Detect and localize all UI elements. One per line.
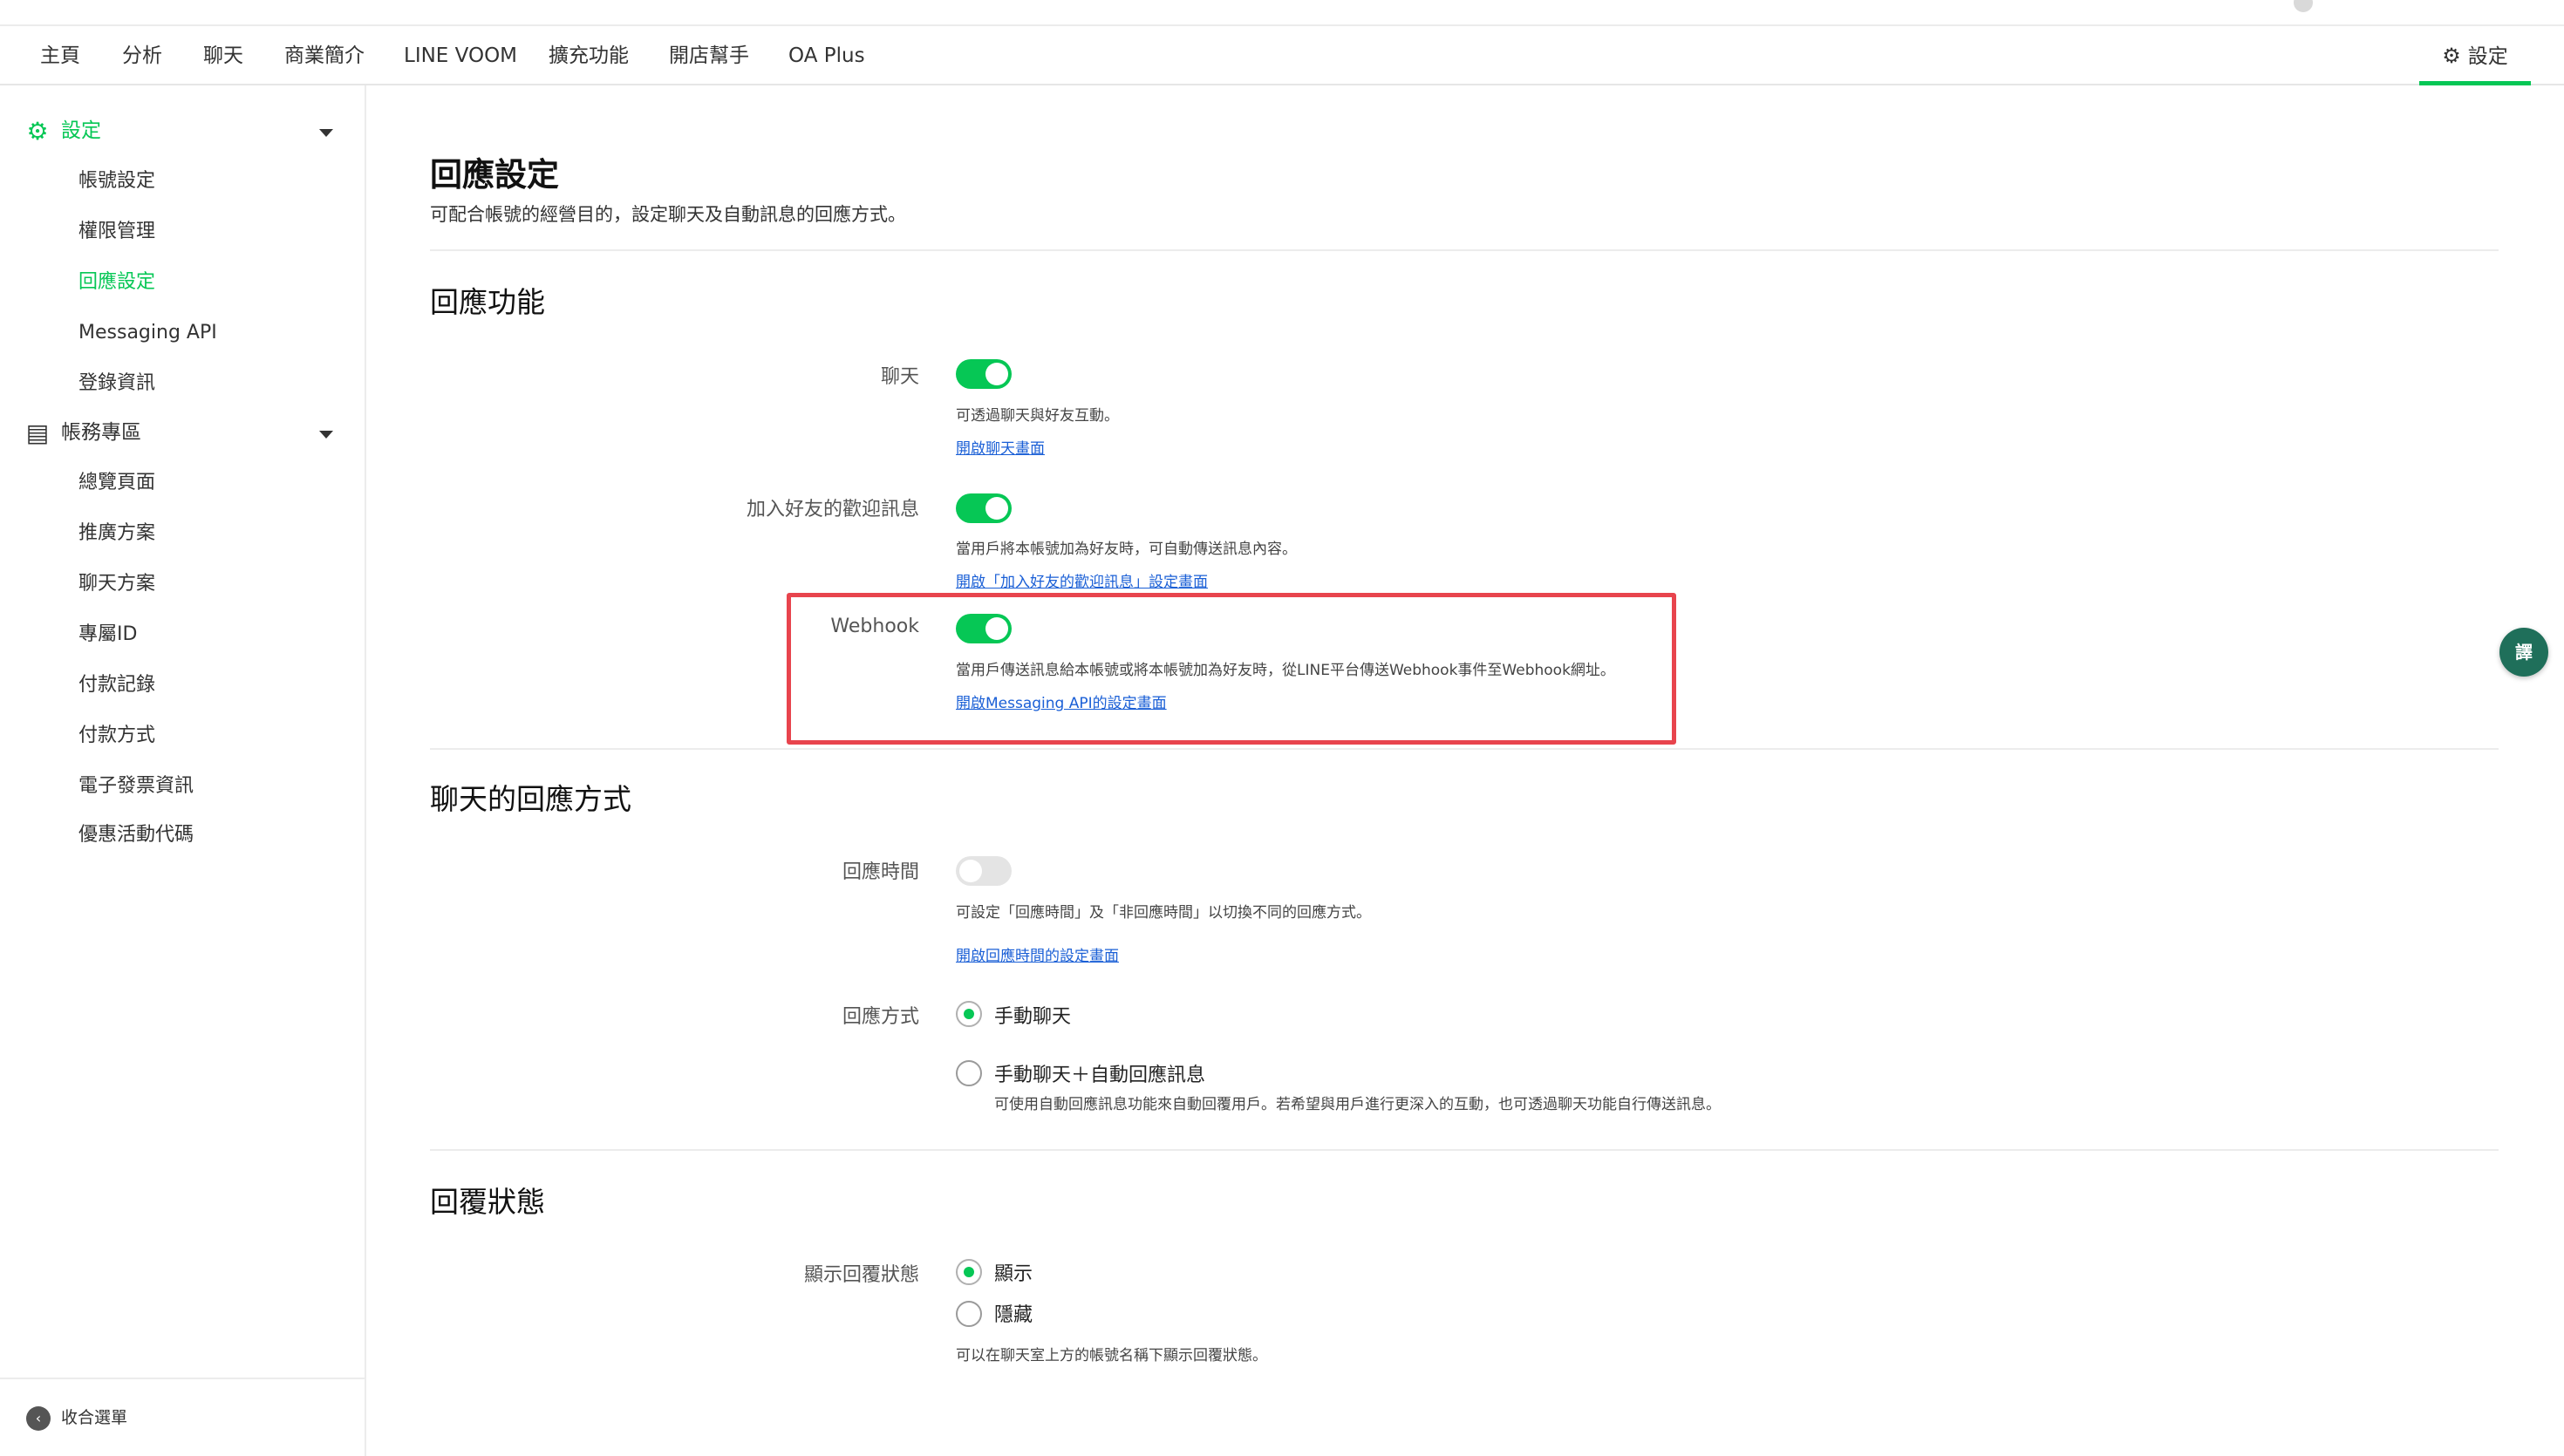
nav-settings-tab[interactable]: ⚙ 設定 bbox=[2419, 26, 2531, 85]
nav-extensions[interactable]: 擴充功能 bbox=[549, 26, 629, 85]
section-title-reply-status: 回覆狀態 bbox=[430, 1185, 545, 1219]
sidebar-item-payment-method[interactable]: 付款方式 bbox=[78, 718, 155, 753]
page-title: 回應設定 bbox=[430, 156, 559, 194]
reply-status-show-radio[interactable] bbox=[956, 1259, 982, 1285]
section-title-response-features: 回應功能 bbox=[430, 285, 545, 319]
sidebar-divider bbox=[0, 1378, 365, 1379]
sidebar-item-premium-id[interactable]: 專屬ID bbox=[78, 617, 137, 652]
response-time-label: 回應時間 bbox=[842, 861, 919, 883]
sidebar-item-coupon-code[interactable]: 優惠活動代碼 bbox=[78, 818, 194, 853]
open-chat-link[interactable]: 開啟聊天畫面 bbox=[956, 436, 1045, 458]
reply-status-show-label[interactable]: 顯示 bbox=[994, 1258, 1033, 1286]
chat-description: 可透過聊天與好友互動。 bbox=[956, 407, 1119, 425]
top-nav: 主頁 分析 聊天 商業簡介 LINE VOOM 擴充功能 開店幫手 OA Plu… bbox=[0, 26, 2564, 85]
nav-home[interactable]: 主頁 bbox=[40, 26, 80, 85]
chevron-down-icon[interactable] bbox=[319, 129, 333, 137]
webhook-toggle[interactable] bbox=[956, 614, 1012, 643]
nav-shop-helper[interactable]: 開店幫手 bbox=[669, 26, 749, 85]
top-header-strip bbox=[0, 0, 2564, 26]
nav-business-profile[interactable]: 商業簡介 bbox=[284, 26, 365, 85]
webhook-label: Webhook bbox=[830, 616, 919, 637]
sidebar-item-chat-plan[interactable]: 聊天方案 bbox=[78, 567, 155, 602]
nav-chat[interactable]: 聊天 bbox=[203, 26, 243, 85]
nav-line-voom[interactable]: LINE VOOM bbox=[404, 26, 517, 85]
divider bbox=[430, 748, 2499, 750]
avatar[interactable] bbox=[2294, 0, 2313, 12]
reply-status-hide-label[interactable]: 隱藏 bbox=[994, 1299, 1033, 1327]
nav-oa-plus[interactable]: OA Plus bbox=[788, 26, 865, 85]
sidebar-item-overview[interactable]: 總覽頁面 bbox=[78, 466, 155, 500]
document-icon: ▤ bbox=[25, 418, 50, 447]
response-mode-manual-label[interactable]: 手動聊天 bbox=[994, 1001, 1071, 1029]
gear-icon: ⚙ bbox=[2442, 44, 2461, 68]
collapse-menu-label: 收合選單 bbox=[61, 1408, 128, 1427]
main-content: 回應設定 可配合帳號的經營目的，設定聊天及自動訊息的回應方式。 回應功能 聊天 … bbox=[366, 85, 2564, 1456]
response-mode-manual-auto-label[interactable]: 手動聊天＋自動回應訊息 bbox=[994, 1059, 1205, 1087]
nav-analytics[interactable]: 分析 bbox=[122, 26, 162, 85]
sidebar-item-registration-info[interactable]: 登錄資訊 bbox=[78, 366, 155, 401]
nav-settings-label: 設定 bbox=[2467, 45, 2508, 68]
sidebar-item-e-invoice[interactable]: 電子發票資訊 bbox=[78, 769, 194, 804]
chevron-left-icon: ‹ bbox=[26, 1405, 51, 1431]
divider bbox=[430, 249, 2499, 251]
reply-status-label: 顯示回覆狀態 bbox=[803, 1264, 919, 1286]
sidebar-item-payment-history[interactable]: 付款記錄 bbox=[78, 668, 155, 703]
sidebar-group-billing-label: 帳務專區 bbox=[61, 421, 141, 444]
sidebar-item-permissions[interactable]: 權限管理 bbox=[78, 214, 155, 249]
response-mode-auto-description: 可使用自動回應訊息功能來自動回覆用戶。若希望與用戶進行更深入的互動，也可透過聊天… bbox=[994, 1096, 1721, 1113]
response-time-description: 可設定「回應時間」及「非回應時間」以切換不同的回應方式。 bbox=[956, 904, 1371, 922]
sidebar-item-messaging-api[interactable]: Messaging API bbox=[78, 316, 217, 350]
collapse-menu-button[interactable]: ‹ 收合選單 bbox=[26, 1402, 127, 1433]
sidebar-item-promotion-plan[interactable]: 推廣方案 bbox=[78, 516, 155, 551]
sidebar-group-settings[interactable]: ⚙ 設定 bbox=[24, 113, 101, 148]
reply-status-description: 可以在聊天室上方的帳號名稱下顯示回覆狀態。 bbox=[956, 1347, 1267, 1364]
sidebar-item-response-settings[interactable]: 回應設定 bbox=[78, 265, 155, 300]
divider bbox=[430, 1149, 2499, 1151]
response-mode-label: 回應方式 bbox=[842, 1006, 919, 1028]
open-messaging-api-link[interactable]: 開啟Messaging API的設定畫面 bbox=[956, 691, 1167, 712]
chat-toggle[interactable] bbox=[956, 359, 1012, 389]
response-mode-manual-radio[interactable] bbox=[956, 1001, 982, 1027]
sidebar-group-settings-label: 設定 bbox=[61, 119, 101, 142]
response-time-toggle[interactable] bbox=[956, 856, 1012, 886]
chevron-down-icon[interactable] bbox=[319, 431, 333, 439]
page-description: 可配合帳號的經營目的，設定聊天及自動訊息的回應方式。 bbox=[430, 204, 906, 225]
reply-status-hide-radio[interactable] bbox=[956, 1301, 982, 1327]
sidebar-group-billing[interactable]: ▤ 帳務專區 bbox=[24, 415, 141, 450]
section-title-chat-response: 聊天的回應方式 bbox=[430, 782, 631, 816]
response-mode-manual-auto-radio[interactable] bbox=[956, 1060, 982, 1086]
open-welcome-message-link[interactable]: 開啟「加入好友的歡迎訊息」設定畫面 bbox=[956, 569, 1208, 591]
chat-label: 聊天 bbox=[880, 366, 919, 388]
webhook-description: 當用戶傳送訊息給本帳號或將本帳號加為好友時，從LINE平台傳送Webhook事件… bbox=[956, 662, 1615, 679]
welcome-message-label: 加入好友的歡迎訊息 bbox=[746, 499, 919, 520]
welcome-message-description: 當用戶將本帳號加為好友時，可自動傳送訊息內容。 bbox=[956, 541, 1297, 558]
sidebar-item-account-settings[interactable]: 帳號設定 bbox=[78, 164, 155, 199]
sidebar: ⚙ 設定 帳號設定 權限管理 回應設定 Messaging API 登錄資訊 ▤ 帳… bbox=[0, 85, 366, 1456]
gear-icon: ⚙ bbox=[26, 116, 49, 146]
translate-button[interactable]: 譯 bbox=[2499, 628, 2548, 677]
open-response-time-link[interactable]: 開啟回應時間的設定畫面 bbox=[956, 943, 1119, 965]
welcome-message-toggle[interactable] bbox=[956, 493, 1012, 523]
